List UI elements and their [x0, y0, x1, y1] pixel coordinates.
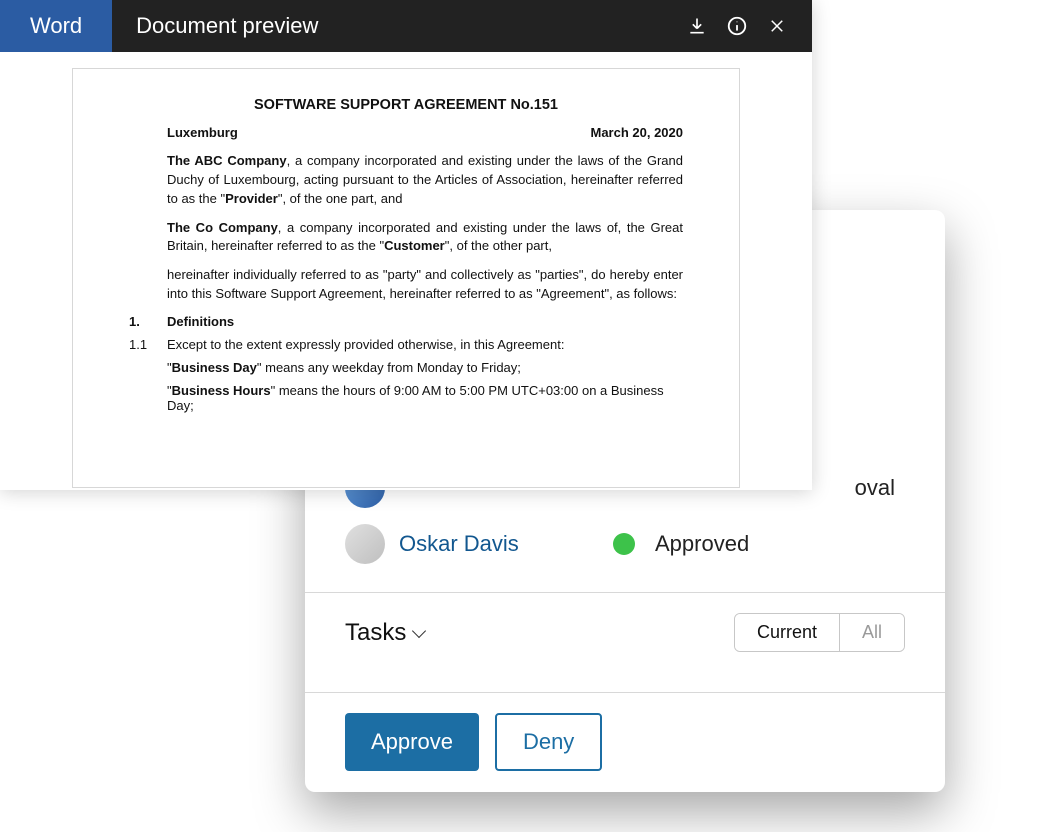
doc-location: Luxemburg [167, 125, 238, 140]
filter-all-button[interactable]: All [840, 614, 904, 651]
document-sheet: SOFTWARE SUPPORT AGREEMENT No.151 Luxemb… [72, 68, 740, 488]
document-preview-panel: Word Document preview SOFTWARE SUPPORT A… [0, 0, 812, 490]
subsection-text: Except to the extent expressly provided … [167, 337, 564, 352]
tasks-label: Tasks [345, 619, 406, 647]
chevron-down-icon [412, 623, 426, 637]
doc-def-2: "Business Hours" means the hours of 9:00… [129, 383, 683, 413]
header-actions [686, 0, 812, 52]
doc-para-1: The ABC Company, a company incorporated … [129, 152, 683, 209]
tasks-row: Tasks Current All [305, 593, 945, 672]
approve-button[interactable]: Approve [345, 713, 479, 771]
tasks-dropdown[interactable]: Tasks [345, 619, 424, 647]
doc-section-1: 1. Definitions [129, 314, 683, 329]
tasks-filter-segmented: Current All [734, 613, 905, 652]
section-title: Definitions [167, 314, 234, 329]
user-name[interactable]: Oskar Davis [399, 531, 579, 557]
doc-date: March 20, 2020 [590, 125, 683, 140]
doc-def-1: "Business Day" means any weekday from Mo… [129, 360, 683, 375]
doc-para-2: The Co Company, a company incorporated a… [129, 219, 683, 257]
subsection-number: 1.1 [129, 337, 149, 352]
avatar [345, 524, 385, 564]
document-body: SOFTWARE SUPPORT AGREEMENT No.151 Luxemb… [0, 52, 812, 488]
status-partial: oval [855, 475, 895, 501]
info-icon[interactable] [726, 15, 748, 37]
status-dot-approved [613, 533, 635, 555]
approval-row-user: Oskar Davis Approved [305, 516, 945, 572]
actions-row: Approve Deny [305, 693, 945, 792]
filter-current-button[interactable]: Current [735, 614, 840, 651]
section-number: 1. [129, 314, 149, 329]
preview-header: Word Document preview [0, 0, 812, 52]
doc-para-3: hereinafter individually referred to as … [129, 266, 683, 304]
doc-meta: Luxemburg March 20, 2020 [129, 125, 683, 140]
doc-title: SOFTWARE SUPPORT AGREEMENT No.151 [129, 97, 683, 113]
status-text: Approved [655, 531, 749, 557]
deny-button[interactable]: Deny [495, 713, 602, 771]
word-badge: Word [0, 0, 112, 52]
close-icon[interactable] [766, 15, 788, 37]
preview-title: Document preview [112, 0, 686, 52]
doc-subsection-1-1: 1.1 Except to the extent expressly provi… [129, 337, 683, 352]
download-icon[interactable] [686, 15, 708, 37]
